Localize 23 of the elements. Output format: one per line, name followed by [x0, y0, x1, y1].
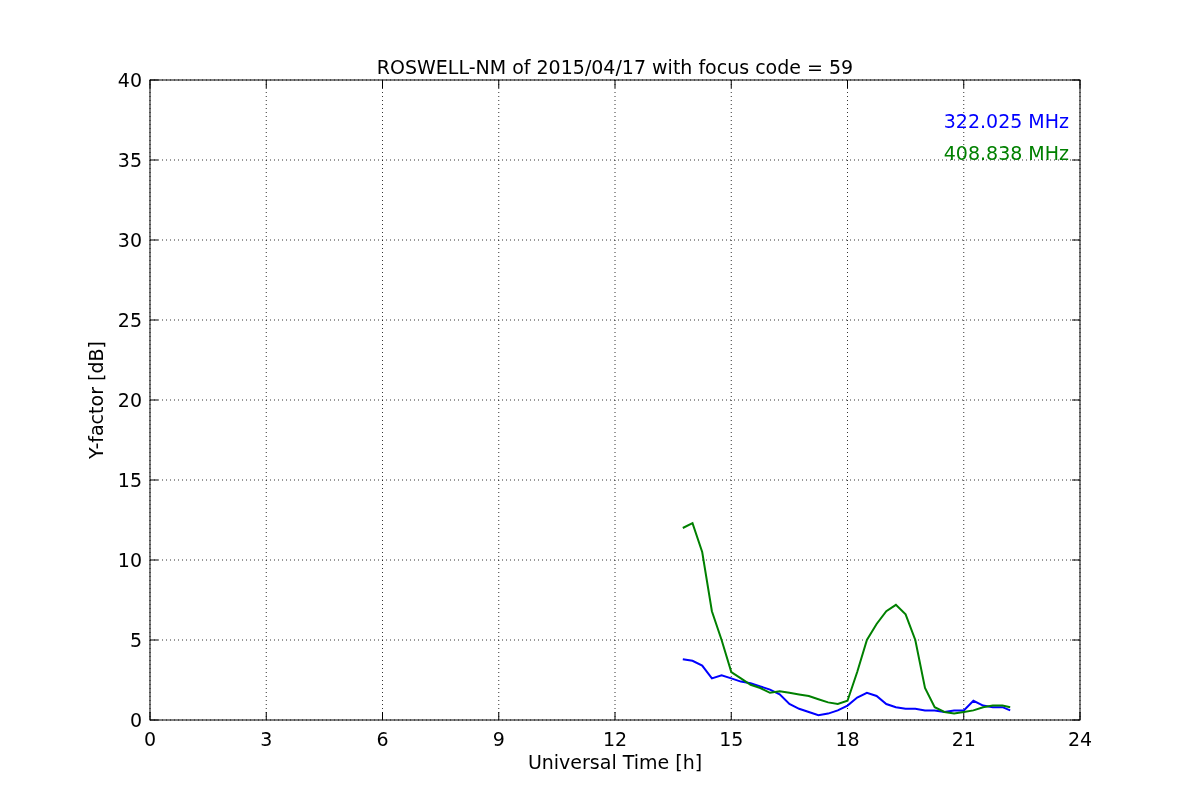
- y-tick-label: 30: [117, 229, 142, 251]
- x-tick-label: 24: [1067, 728, 1093, 750]
- y-tick-label: 5: [129, 629, 142, 651]
- x-axis-label: Universal Time [h]: [527, 751, 703, 773]
- x-tick-label: 6: [376, 728, 389, 750]
- x-tick-label: 0: [143, 728, 157, 750]
- x-tick-label: 18: [835, 728, 860, 750]
- y-axis-label: Y-factor [dB]: [85, 341, 107, 459]
- x-tick-label: 21: [951, 728, 976, 750]
- y-tick-label: 10: [117, 549, 142, 571]
- y-tick-label: 20: [117, 389, 142, 411]
- y-tick-label: 40: [117, 69, 142, 91]
- y-tick-label: 15: [117, 469, 142, 491]
- legend-label: 322.025 MHz: [943, 110, 1069, 132]
- x-tick-label: 9: [492, 728, 505, 750]
- y-tick-label: 25: [117, 309, 142, 331]
- y-tick-label: 0: [129, 709, 142, 731]
- legend-label: 408.838 MHz: [943, 142, 1069, 164]
- x-tick-label: 3: [260, 728, 273, 750]
- chart-title: ROSWELL-NM of 2015/04/17 with focus code = 59: [376, 56, 854, 78]
- x-tick-label: 12: [602, 728, 628, 750]
- x-tick-label: 15: [719, 728, 744, 750]
- y-tick-label: 35: [117, 149, 142, 171]
